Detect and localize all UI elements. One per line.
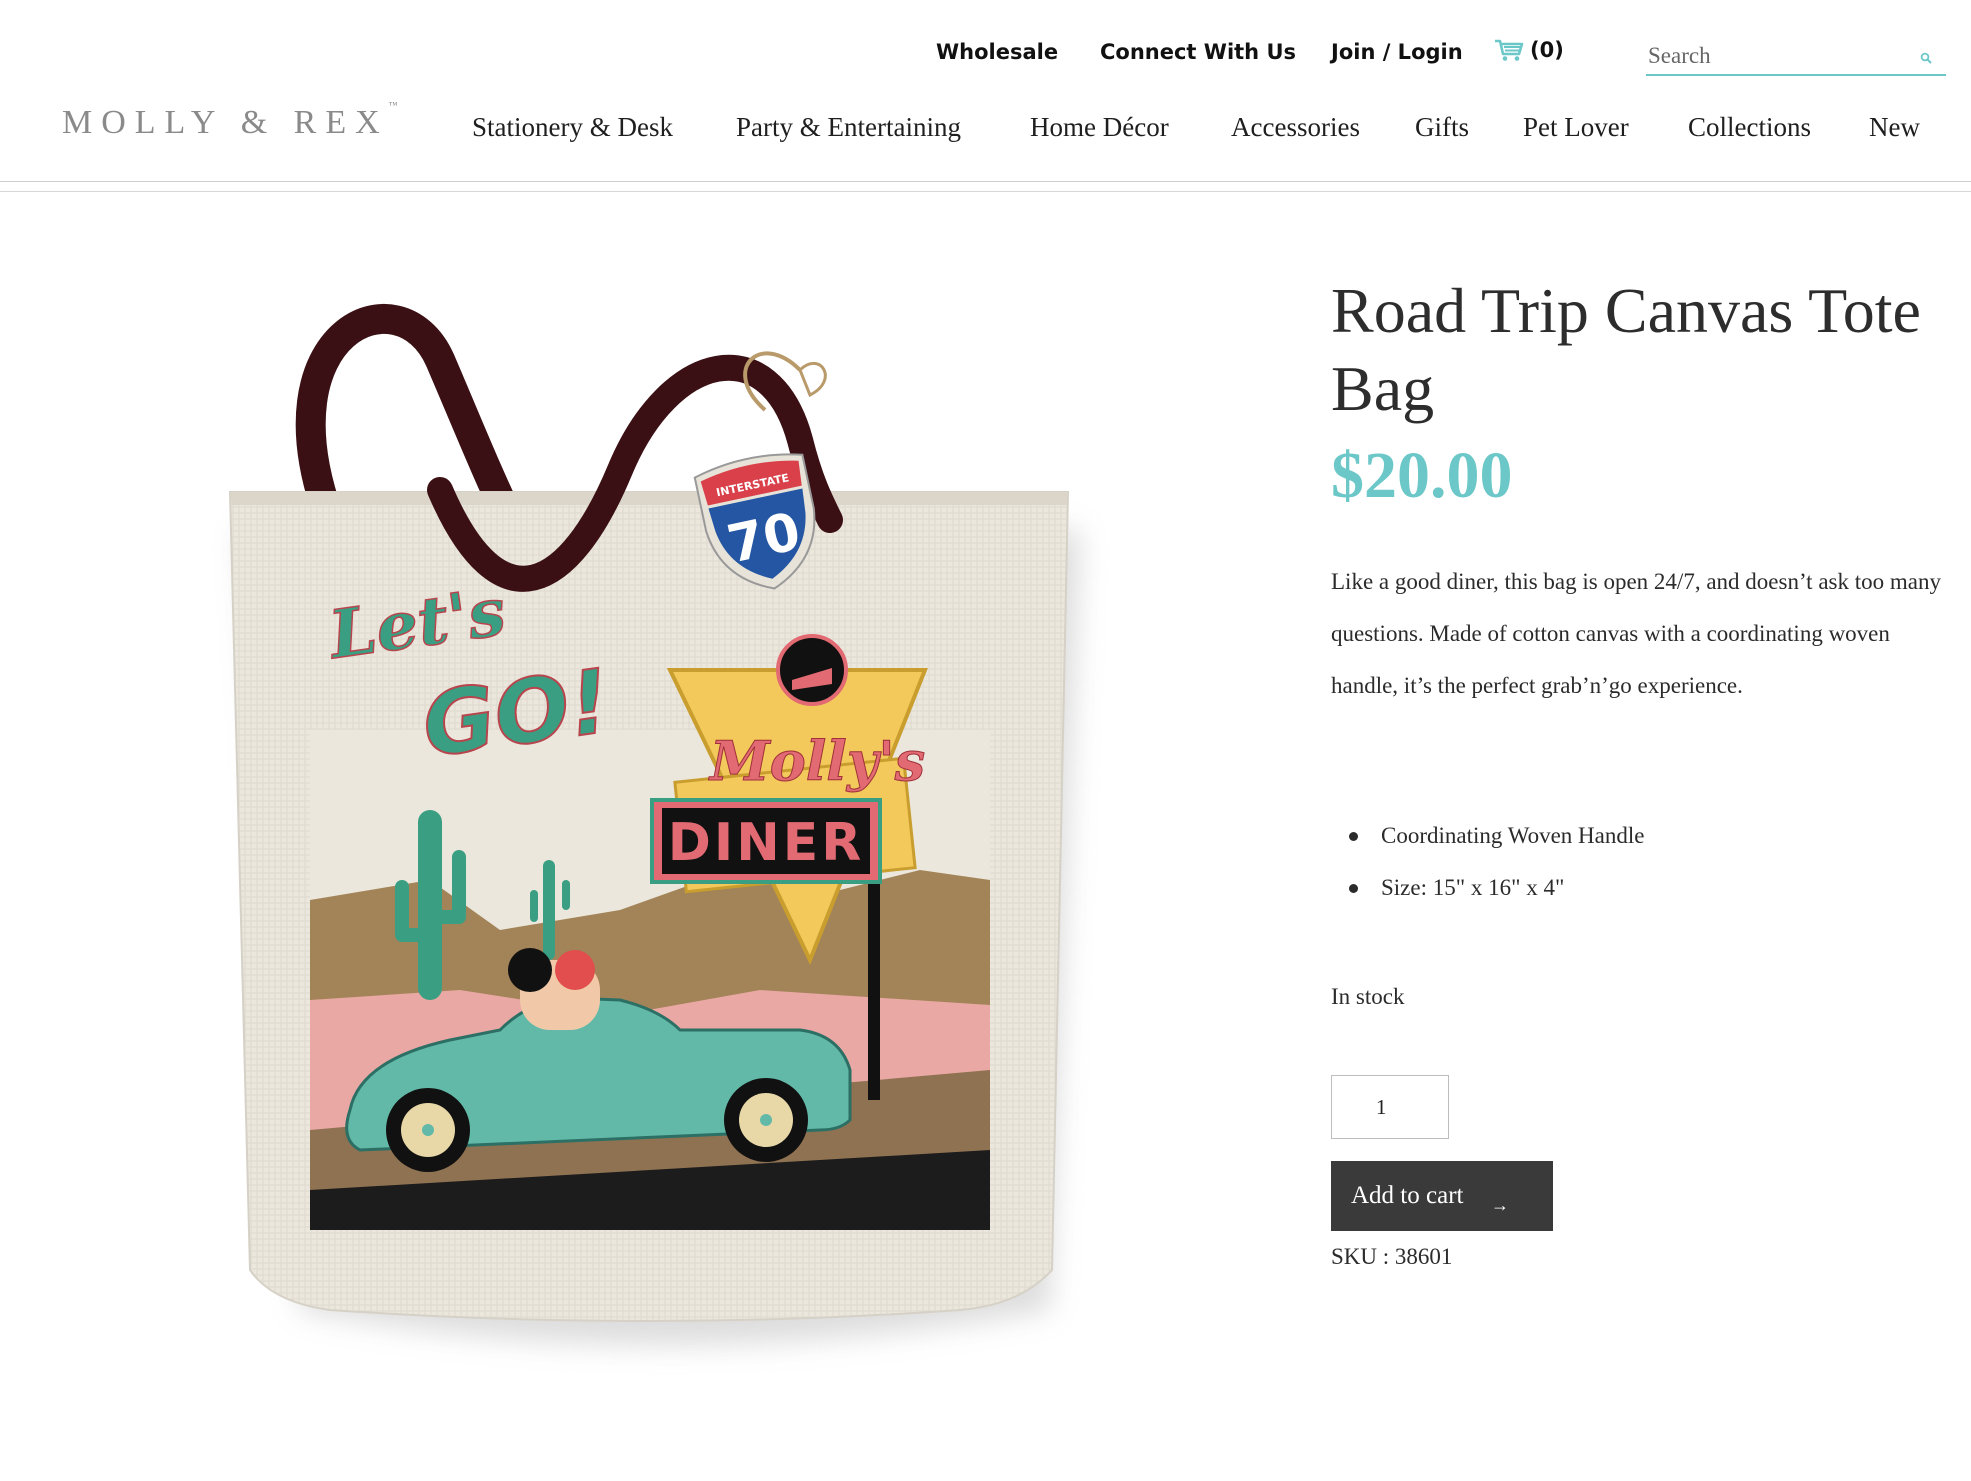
feature-item: Coordinating Woven Handle [1331, 810, 1644, 862]
quantity-input[interactable] [1331, 1075, 1449, 1139]
wholesale-link[interactable]: Wholesale [936, 40, 1058, 64]
connect-with-us-link[interactable]: Connect With Us [1100, 40, 1296, 64]
nav-stationery-desk[interactable]: Stationery & Desk [472, 112, 673, 143]
trademark-mark: ™ [388, 100, 398, 110]
header-divider-secondary [0, 191, 1971, 192]
nav-collections[interactable]: Collections [1688, 112, 1811, 143]
main-nav: Stationery & Desk Party & Entertaining H… [0, 112, 1971, 148]
stock-status: In stock [1331, 984, 1405, 1009]
add-to-cart-label: Add to cart [1351, 1182, 1464, 1209]
arrow-right-icon: → [1491, 1195, 1509, 1215]
feature-item: Size: 15" x 16" x 4" [1331, 862, 1644, 914]
cart-count: (0) [1530, 38, 1564, 62]
product-description: Like a good diner, this bag is open 24/7… [1331, 569, 1941, 698]
nav-accessories[interactable]: Accessories [1231, 112, 1360, 143]
search-input[interactable] [1646, 40, 1898, 72]
nav-new[interactable]: New [1869, 112, 1920, 143]
cart-link[interactable]: (0) [1494, 38, 1564, 62]
search-box [1646, 40, 1946, 76]
product-image[interactable]: Molly's DINER Let's GO! INTERSTATE 70 [200, 270, 1120, 1380]
nav-gifts[interactable]: Gifts [1415, 112, 1469, 143]
search-icon[interactable] [1920, 52, 1932, 64]
join-login-link[interactable]: Join / Login [1331, 40, 1463, 64]
sign-diner-text: DINER [668, 813, 865, 873]
product-sku: SKU : 38601 [1331, 1244, 1453, 1269]
add-to-cart-button[interactable]: Add to cart → [1331, 1161, 1553, 1231]
header-divider [0, 181, 1971, 182]
product-title: Road Trip Canvas Tote Bag [1331, 275, 1921, 424]
product-price: $20.00 [1331, 439, 1513, 512]
cart-icon [1495, 39, 1524, 61]
sign-script-text: Molly's [708, 729, 925, 793]
nav-pet-lover[interactable]: Pet Lover [1523, 112, 1629, 143]
tote-bag-illustration: Molly's DINER Let's GO! INTERSTATE 70 [228, 304, 1080, 1345]
nav-home-decor[interactable]: Home Décor [1030, 112, 1169, 143]
nav-party-entertaining[interactable]: Party & Entertaining [736, 112, 961, 143]
feature-list: Coordinating Woven Handle Size: 15" x 16… [1331, 810, 1644, 914]
